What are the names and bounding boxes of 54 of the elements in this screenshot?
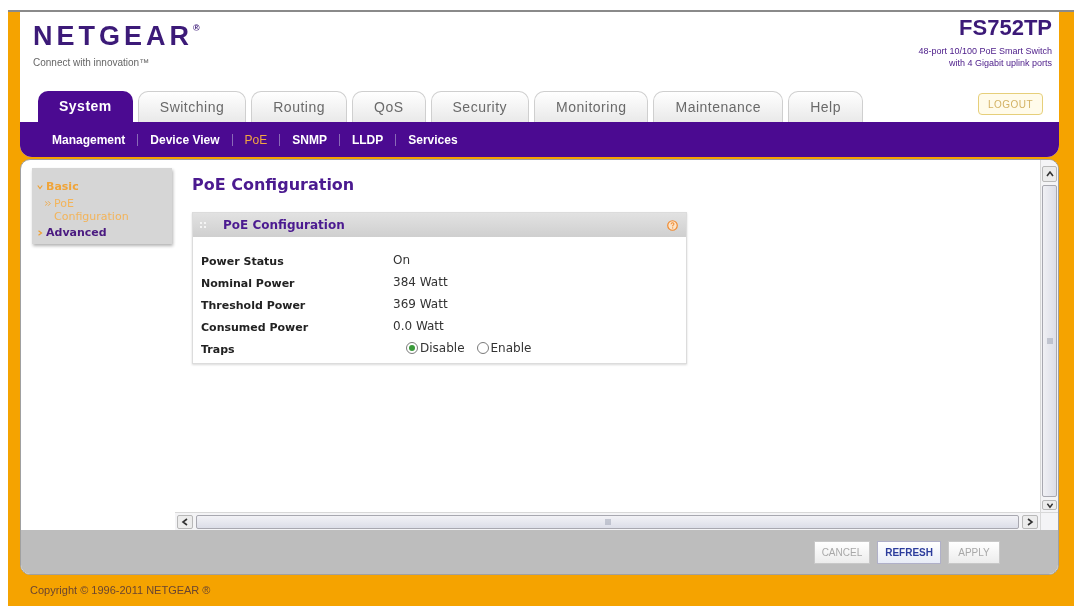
- field-label: Power Status: [201, 255, 284, 268]
- radio-label[interactable]: Enable: [490, 339, 532, 357]
- caret-right-icon: [1026, 517, 1034, 526]
- horizontal-scrollbar[interactable]: [175, 512, 1040, 530]
- nav-tab[interactable]: QoS: [352, 91, 426, 122]
- sidebar-link[interactable]: Advanced: [46, 226, 107, 240]
- nav-tab[interactable]: Maintenance: [653, 91, 784, 122]
- vertical-scrollbar[interactable]: [1040, 160, 1058, 512]
- scroll-down-button[interactable]: [1042, 500, 1057, 510]
- field-label: Nominal Power: [201, 277, 295, 290]
- scroll-right-button[interactable]: [1022, 514, 1038, 529]
- nav-tab[interactable]: System: [38, 91, 133, 122]
- caret-left-icon: [181, 517, 189, 526]
- page-title: PoE Configuration: [192, 174, 355, 196]
- radio-button[interactable]: [476, 342, 489, 354]
- caret-up-icon: [1045, 170, 1054, 178]
- sub-nav-link[interactable]: Services: [408, 130, 458, 149]
- caret-down-icon: [1045, 501, 1054, 509]
- double-chevron-icon: [45, 201, 51, 206]
- field-value: On: [393, 252, 411, 269]
- scroll-up-button[interactable]: [1042, 166, 1057, 182]
- field-label: Traps: [201, 343, 235, 356]
- radio-button[interactable]: [406, 342, 418, 354]
- model-name: FS752TP: [959, 17, 1052, 39]
- nav-tab[interactable]: Monitoring: [534, 91, 649, 122]
- nav-tab[interactable]: Switching: [137, 91, 247, 122]
- grip-icon: [604, 518, 611, 525]
- sub-nav-link[interactable]: LLDP: [351, 130, 384, 149]
- field-label: Consumed Power: [201, 321, 309, 334]
- nav-tab[interactable]: Security: [430, 91, 530, 122]
- help-icon[interactable]: [667, 219, 678, 231]
- scrollbar-thumb[interactable]: [1042, 185, 1057, 497]
- model-description: 48-port 10/100 PoE Smart Switch: [918, 45, 1052, 57]
- field-value: 369 Watt: [393, 296, 448, 313]
- drag-handle-icon: [200, 222, 206, 228]
- sub-nav-link[interactable]: Management: [52, 130, 126, 149]
- scroll-left-button[interactable]: [177, 514, 193, 529]
- copyright-text: Copyright © 1996-2011 NETGEAR ®: [30, 583, 211, 599]
- radio-label[interactable]: Disable: [420, 339, 465, 357]
- nav-tab[interactable]: Routing: [251, 91, 347, 122]
- action-button[interactable]: REFRESH: [877, 540, 941, 564]
- model-description: with 4 Gigabit uplink ports: [948, 57, 1052, 69]
- nav-tab[interactable]: Help: [788, 91, 863, 122]
- field-value: 0.0 Watt: [393, 318, 444, 335]
- scrollbar-thumb[interactable]: [196, 514, 1019, 529]
- field-value: 384 Watt: [393, 274, 448, 291]
- field-label: Threshold Power: [201, 299, 306, 312]
- sub-nav-link[interactable]: PoE: [244, 130, 268, 149]
- sub-nav-link[interactable]: Device View: [150, 130, 220, 149]
- panel-title: PoE Configuration: [223, 217, 345, 234]
- grip-icon: [1046, 338, 1053, 344]
- sub-nav-link[interactable]: SNMP: [292, 130, 327, 149]
- logo: NETGEAR$^{®}$: [33, 23, 200, 50]
- tagline: Connect with innovation™: [33, 56, 150, 70]
